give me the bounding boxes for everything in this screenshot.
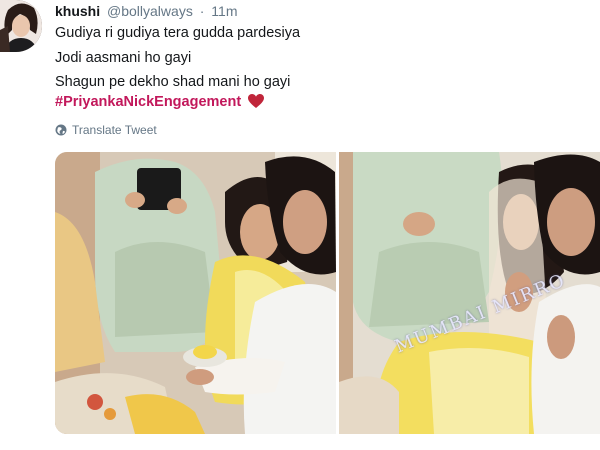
hashtag-link[interactable]: #PriyankaNickEngagement: [55, 94, 241, 110]
translate-label: Translate Tweet: [72, 123, 157, 137]
tweet-hashtag-line: #PriyankaNickEngagement: [55, 93, 265, 111]
tweet: khushi @bollyalways · 11m Gudiya ri gudi…: [0, 0, 600, 450]
tweet-text-line: Shagun pe dekho shad mani ho gayi: [55, 74, 291, 90]
tweet-header: khushi @bollyalways · 11m: [55, 3, 237, 19]
tweet-timestamp[interactable]: 11m: [211, 3, 237, 19]
media-photo[interactable]: [55, 152, 336, 434]
avatar[interactable]: [0, 0, 42, 52]
tweet-text-line: Gudiya ri gudiya tera gudda pardesiya: [55, 25, 301, 41]
author-name[interactable]: khushi: [55, 3, 100, 19]
translate-tweet-link[interactable]: Translate Tweet: [55, 122, 157, 138]
author-handle[interactable]: @bollyalways: [107, 3, 193, 19]
heart-emoji-icon: [248, 94, 265, 108]
globe-icon: [55, 124, 67, 136]
separator-dot: ·: [199, 3, 205, 19]
media-photo[interactable]: [339, 152, 600, 434]
tweet-text-line: Jodi aasmani ho gayi: [55, 50, 192, 66]
